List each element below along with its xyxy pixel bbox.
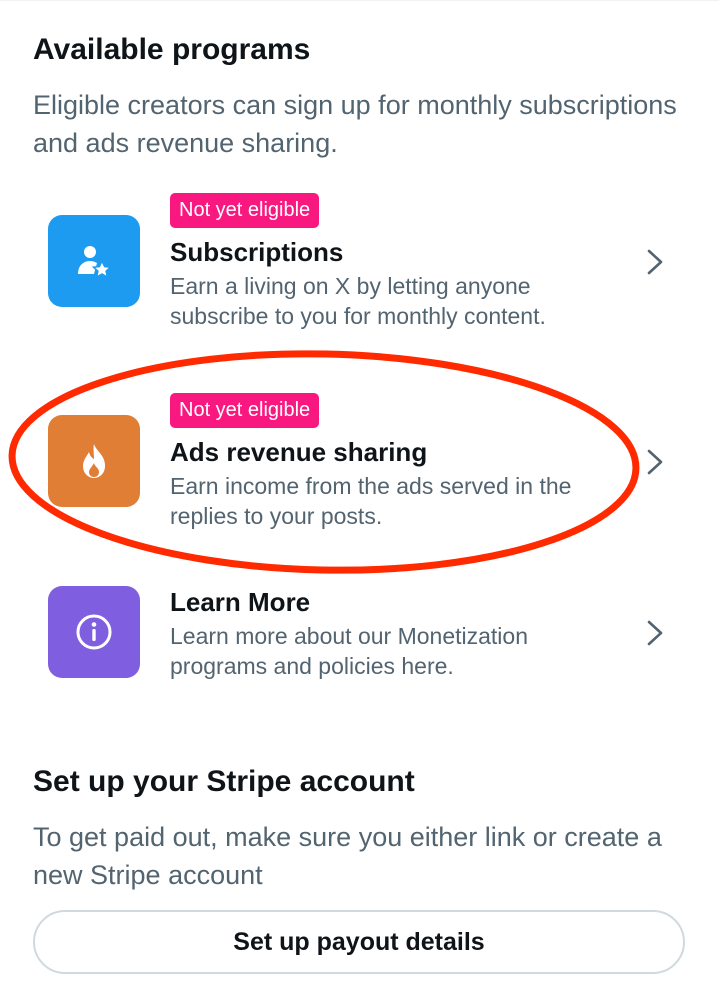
program-title: Learn More [170,587,311,617]
available-programs-description: Eligible creators can sign up for monthl… [33,90,677,158]
monetization-page: Available programs Eligible creators can… [0,0,719,995]
chevron-right-icon [647,449,663,475]
info-icon [48,586,140,678]
available-programs-title: Available programs [33,33,311,66]
program-title: Subscriptions [170,237,344,267]
program-title: Ads revenue sharing [170,437,428,467]
setup-payout-button[interactable]: Set up payout details [33,910,685,974]
top-divider [0,0,719,1]
stripe-section-description: To get paid out, make sure you either li… [33,822,662,890]
program-description: Earn income from the ads served in the r… [170,473,572,529]
program-description: Earn a living on X by letting anyone sub… [170,273,546,329]
not-eligible-badge: Not yet eligible [170,393,320,428]
program-description: Learn more about our Monetization progra… [170,623,528,679]
stripe-section-title: Set up your Stripe account [33,765,415,798]
not-eligible-badge: Not yet eligible [170,193,320,228]
flame-icon [48,415,140,507]
chevron-right-icon [647,249,663,275]
person-star-icon [48,215,140,307]
chevron-right-icon [647,620,663,646]
